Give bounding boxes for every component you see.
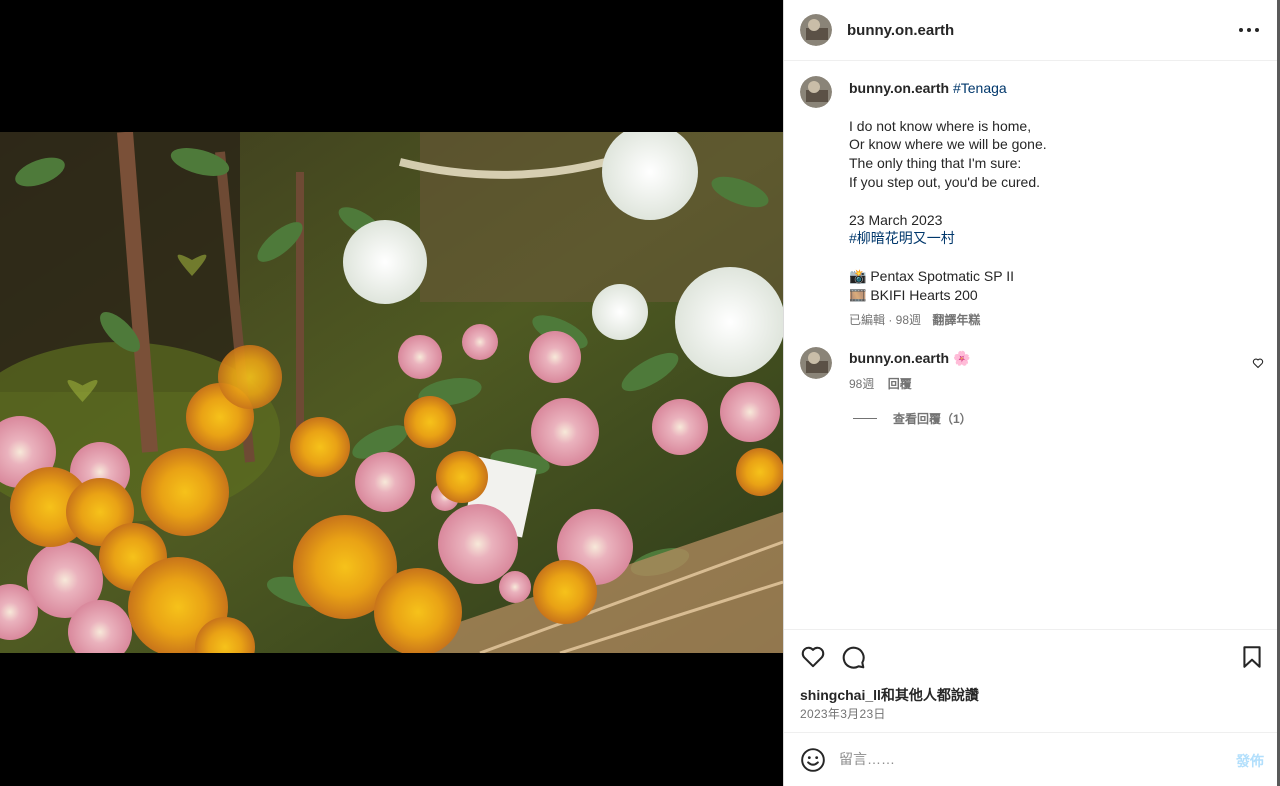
caption-username[interactable]: bunny.on.earth <box>849 80 949 96</box>
caption-meta: 已編輯 · 98週 翻譯年糕 <box>849 311 1249 330</box>
post-header: bunny.on.earth <box>784 0 1277 61</box>
post-actions: shingchai_ll和其他人都說讚 2023年3月23日 <box>784 629 1278 732</box>
comment-time: 98週 <box>849 377 875 391</box>
hashtag-link[interactable]: #Tenaga <box>953 80 1007 96</box>
post-media-viewer <box>0 0 783 786</box>
more-dot <box>1247 28 1251 32</box>
view-replies-button[interactable]: 查看回覆（1） <box>853 410 972 427</box>
comment-like-icon[interactable] <box>1252 357 1264 369</box>
caption-edited-time: 已編輯 · 98週 <box>849 312 922 327</box>
hashtag-link[interactable]: #柳暗花明又一村 <box>849 229 1249 248</box>
caption-line: If you step out, you'd be cured. <box>849 173 1041 190</box>
view-replies-label: 查看回覆（1） <box>893 412 972 426</box>
like-heart-icon[interactable] <box>800 644 826 670</box>
caption-camera: 📸 Pentax Spotmatic SP II <box>849 267 1015 284</box>
caption-film: 🎞️ BKIFI Hearts 200 <box>849 286 978 303</box>
comment-content: bunny.on.earth 🌸 98週 回覆 <box>849 350 970 392</box>
bookmark-icon[interactable] <box>1239 644 1265 670</box>
emoji-icon[interactable] <box>800 747 826 773</box>
view-replies-dash <box>853 418 877 419</box>
post-details-panel: bunny.on.earth bunny.on.earth #Tenaga I … <box>783 0 1278 786</box>
comment-username[interactable]: bunny.on.earth <box>849 350 949 366</box>
caption-line: I do not know where is home, <box>849 117 1032 134</box>
more-options-icon[interactable] <box>1239 22 1259 38</box>
comment-avatar[interactable] <box>800 347 832 379</box>
caption-date: 23 March 2023 <box>849 211 943 228</box>
caption-line: The only thing that I'm sure: <box>849 155 1022 172</box>
caption-line: Or know where we will be gone. <box>849 136 1047 153</box>
caption-text: bunny.on.earth #Tenaga I do not know whe… <box>849 79 1249 329</box>
comment-input[interactable] <box>839 747 1209 771</box>
caption-avatar[interactable] <box>800 76 832 108</box>
author-avatar[interactable] <box>800 14 832 46</box>
author-username[interactable]: bunny.on.earth <box>847 22 954 39</box>
post-date: 2023年3月23日 <box>800 707 886 721</box>
comment-composer: 發佈 <box>784 732 1278 786</box>
reply-button[interactable]: 回覆 <box>888 377 912 391</box>
post-photo <box>0 132 783 653</box>
comment-bubble-icon[interactable] <box>840 644 866 670</box>
post-comment-button[interactable]: 發佈 <box>1236 751 1264 771</box>
likes-summary[interactable]: shingchai_ll和其他人都說讚 <box>800 685 979 705</box>
comment-text: 🌸 <box>952 350 971 366</box>
comment-meta: 98週 回覆 <box>849 375 970 392</box>
more-dot <box>1239 28 1243 32</box>
more-dot <box>1255 28 1259 32</box>
translate-button[interactable]: 翻譯年糕 <box>932 313 980 327</box>
